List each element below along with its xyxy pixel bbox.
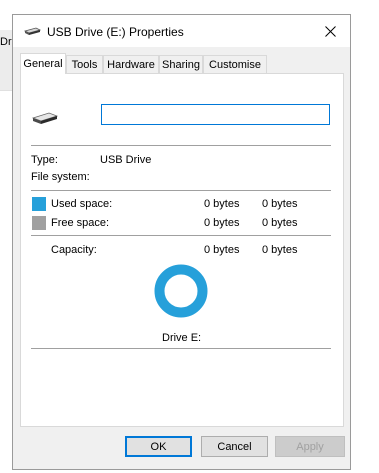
general-panel: Type: USB Drive File system: Used space:… — [20, 73, 344, 427]
used-space-label: Used space: — [51, 198, 113, 210]
separator — [31, 348, 331, 349]
separator — [31, 190, 331, 191]
properties-dialog: USB Drive (E:) Properties General Tools … — [12, 14, 351, 470]
tab-tools[interactable]: Tools — [66, 55, 103, 73]
capacity-size: 0 bytes — [262, 244, 298, 256]
used-space-bytes: 0 bytes — [204, 198, 240, 210]
title-bar[interactable]: USB Drive (E:) Properties — [13, 15, 350, 47]
used-space-size: 0 bytes — [262, 198, 298, 210]
used-space-swatch — [32, 197, 46, 211]
type-label: Type: — [31, 154, 58, 166]
free-space-swatch — [32, 216, 46, 230]
close-button[interactable] — [310, 15, 350, 47]
separator — [31, 235, 331, 236]
free-space-bytes: 0 bytes — [204, 217, 240, 229]
tab-hardware[interactable]: Hardware — [103, 55, 159, 73]
tab-general[interactable]: General — [20, 53, 66, 74]
free-space-size: 0 bytes — [262, 217, 298, 229]
drive-label: Drive E: — [162, 332, 202, 344]
separator — [31, 145, 331, 146]
drive-name-input[interactable] — [101, 104, 330, 125]
window-title: USB Drive (E:) Properties — [47, 25, 184, 39]
capacity-donut-chart — [154, 264, 208, 318]
tab-customise[interactable]: Customise — [203, 55, 267, 73]
free-space-label: Free space: — [51, 217, 110, 229]
capacity-bytes: 0 bytes — [204, 244, 240, 256]
usb-drive-icon — [24, 27, 41, 35]
tab-sharing[interactable]: Sharing — [159, 55, 203, 73]
apply-button[interactable]: Apply — [275, 436, 345, 457]
file-system-label: File system: — [31, 171, 90, 183]
cancel-button[interactable]: Cancel — [201, 436, 268, 457]
capacity-label: Capacity: — [51, 244, 97, 256]
drive-icon — [32, 112, 58, 124]
ok-button[interactable]: OK — [125, 436, 192, 457]
close-icon — [324, 25, 336, 37]
type-value: USB Drive — [100, 154, 152, 166]
